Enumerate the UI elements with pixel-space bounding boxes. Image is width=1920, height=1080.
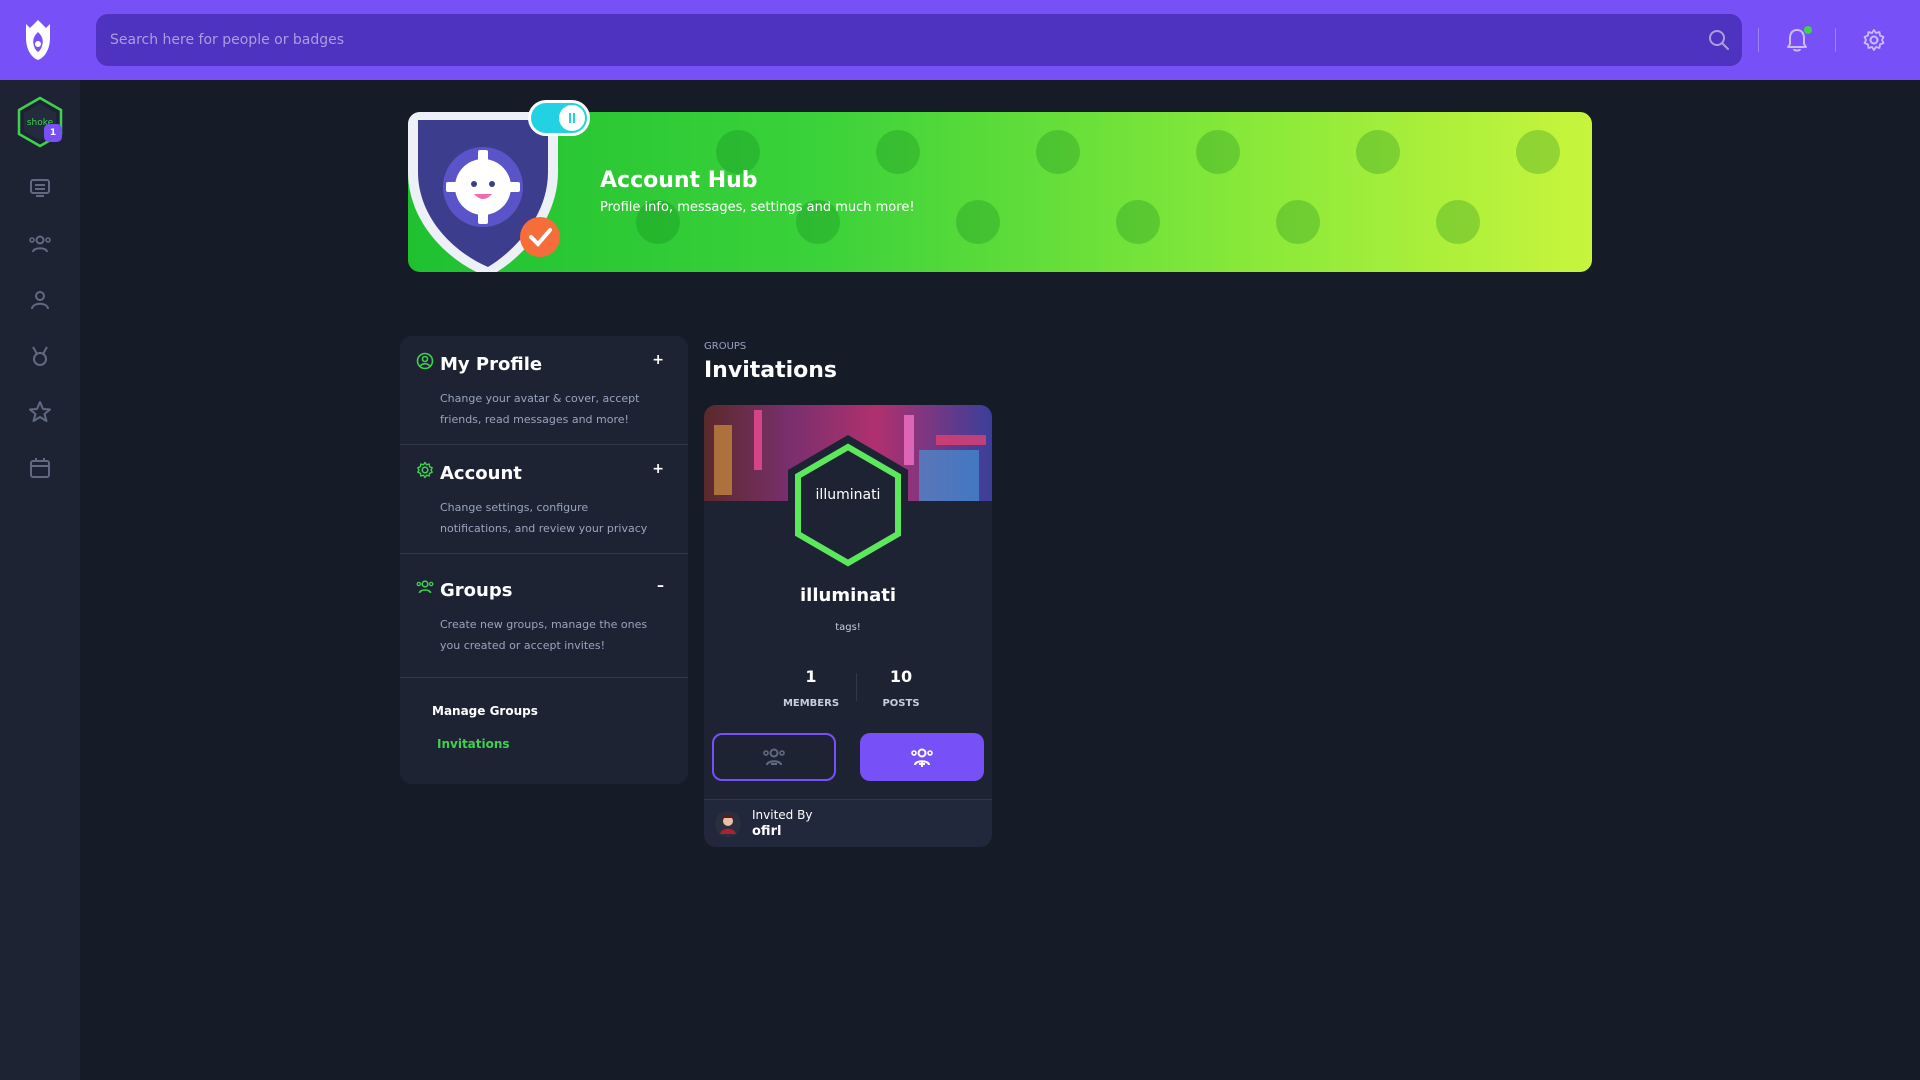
invited-by-label: Invited By xyxy=(752,808,813,822)
menu-section-description: Change settings, configure notifications… xyxy=(440,501,648,535)
page-title: Invitations xyxy=(704,358,838,383)
group-tags: tags! xyxy=(835,622,861,633)
collapse-toggle[interactable]: – xyxy=(657,578,664,594)
group-name[interactable]: illuminati xyxy=(704,585,992,606)
level-badge: 1 xyxy=(44,124,62,142)
groups-sub-links: Manage Groups Invitations xyxy=(400,678,688,784)
menu-section-title: Account xyxy=(440,463,522,484)
quests-star-icon[interactable] xyxy=(28,400,52,424)
app-logo-icon[interactable] xyxy=(20,18,56,62)
stat-value: 1 xyxy=(805,667,817,686)
menu-section-title: My Profile xyxy=(440,354,543,375)
inviter-avatar[interactable] xyxy=(714,810,742,838)
stat-label: MEMBERS xyxy=(782,698,840,709)
banner-title: Account Hub xyxy=(600,168,758,193)
banner-subtitle: Profile info, messages, settings and muc… xyxy=(600,200,915,215)
inviter-name[interactable]: ofirl xyxy=(752,824,781,839)
events-calendar-icon[interactable] xyxy=(28,456,52,480)
section-eyebrow: GROUPS xyxy=(704,341,747,352)
search-bar[interactable] xyxy=(96,14,1742,66)
invited-by-footer: Invited By ofirl xyxy=(704,799,992,847)
header-divider xyxy=(1758,28,1759,52)
settings-gear-icon[interactable] xyxy=(1862,28,1886,52)
menu-section-description: Change your avatar & cover, accept frien… xyxy=(440,392,640,426)
top-header xyxy=(0,0,1920,80)
stat-posts: 10 POSTS xyxy=(856,667,946,709)
menu-section-groups[interactable]: Groups – Create new groups, manage the o… xyxy=(400,554,688,678)
menu-section-description: Create new groups, manage the ones you c… xyxy=(440,618,648,652)
groups-icon[interactable] xyxy=(28,232,52,256)
menu-section-title: Groups xyxy=(440,580,513,601)
badges-icon[interactable] xyxy=(28,344,52,368)
expand-toggle[interactable]: + xyxy=(652,352,664,368)
groups-icon xyxy=(416,580,434,594)
account-gear-icon xyxy=(417,461,433,479)
newsfeed-icon[interactable] xyxy=(28,176,52,200)
sub-link-manage-groups[interactable]: Manage Groups xyxy=(432,704,538,718)
profile-icon xyxy=(416,352,434,370)
left-sidebar xyxy=(0,80,80,1080)
group-avatar-hexagon xyxy=(788,435,908,575)
search-input[interactable] xyxy=(96,14,1742,66)
leave-group-icon xyxy=(763,748,785,766)
join-group-icon xyxy=(911,748,933,767)
stat-label: POSTS xyxy=(882,698,920,709)
menu-section-my-profile[interactable]: My Profile + Change your avatar & cover,… xyxy=(400,336,688,445)
menu-section-account[interactable]: Account + Change settings, configure not… xyxy=(400,445,688,554)
banner-toggle-switch[interactable] xyxy=(528,100,590,136)
header-divider xyxy=(1835,28,1836,52)
account-shield-illustration xyxy=(408,112,560,272)
account-hub-menu: My Profile + Change your avatar & cover,… xyxy=(400,336,688,784)
search-icon[interactable] xyxy=(1708,29,1730,51)
stat-members: 1 MEMBERS xyxy=(766,667,856,709)
stat-value: 10 xyxy=(889,667,913,686)
decline-invitation-button[interactable] xyxy=(712,733,836,781)
expand-toggle[interactable]: + xyxy=(652,461,664,477)
members-icon[interactable] xyxy=(28,288,52,312)
group-avatar-label: illuminati xyxy=(815,487,881,503)
notification-dot xyxy=(1804,26,1812,34)
group-invitation-card: illuminati illuminati tags! 1 MEMBERS 10… xyxy=(704,405,992,847)
accept-invitation-button[interactable] xyxy=(860,733,984,781)
account-hub-banner xyxy=(408,112,1592,272)
sub-link-invitations[interactable]: Invitations xyxy=(437,737,510,751)
